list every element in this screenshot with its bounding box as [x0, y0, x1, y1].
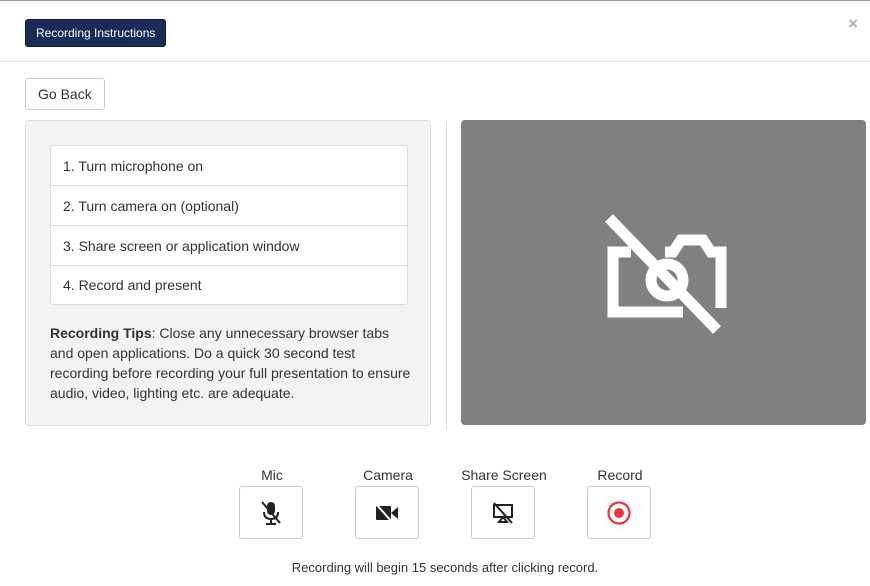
record-control: Record	[587, 466, 653, 539]
mic-off-icon	[261, 500, 281, 525]
record-label: Record	[597, 467, 643, 483]
step-item-share-screen: 3. Share screen or application window	[51, 226, 407, 266]
camera-toggle-button[interactable]	[355, 486, 419, 539]
camera-off-icon	[605, 214, 727, 334]
share-screen-control: Share Screen	[461, 466, 547, 539]
panel-divider	[446, 121, 447, 430]
close-icon[interactable]: ×	[848, 14, 858, 34]
mic-toggle-button[interactable]	[239, 486, 303, 539]
record-button[interactable]	[587, 486, 651, 539]
camera-control: Camera	[355, 466, 421, 539]
share-screen-label: Share Screen	[461, 467, 547, 483]
video-off-icon	[375, 502, 398, 523]
step-item-camera: 2. Turn camera on (optional)	[51, 186, 407, 226]
step-item-record: 4. Record and present	[63, 277, 202, 293]
recording-tips: Recording Tips: Close any unnecessary br…	[50, 323, 415, 403]
recording-instructions-button[interactable]: Recording Instructions	[25, 19, 167, 47]
instructions-panel: 1. Turn microphone on 2. Turn camera on …	[25, 120, 431, 426]
modal-header: Recording Instructions ×	[0, 0, 870, 62]
recording-delay-note: Recording will begin 15 seconds after cl…	[291, 560, 599, 575]
video-preview	[461, 120, 866, 425]
record-icon	[607, 500, 631, 525]
step-item-microphone: 1. Turn microphone on	[51, 146, 407, 186]
mic-control: Mic	[239, 466, 305, 539]
camera-label: Camera	[363, 467, 413, 483]
screen-share-off-icon	[493, 501, 513, 524]
recording-controls: Mic Camera Share Screen Record	[0, 466, 870, 546]
share-screen-button[interactable]	[471, 486, 535, 539]
go-back-button[interactable]: Go Back	[25, 78, 105, 110]
recording-tips-heading: Recording Tips	[50, 325, 152, 341]
mic-label: Mic	[261, 467, 283, 483]
steps-list: 1. Turn microphone on 2. Turn camera on …	[50, 145, 408, 305]
